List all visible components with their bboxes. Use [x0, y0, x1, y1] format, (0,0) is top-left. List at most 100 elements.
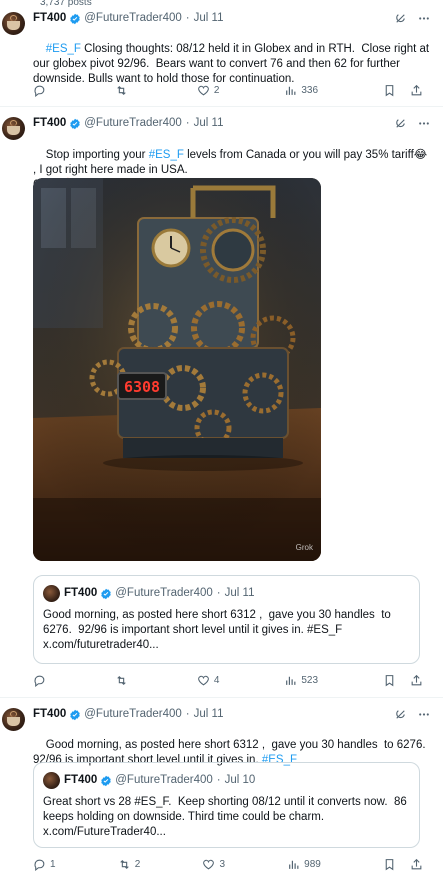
verified-icon: [70, 709, 80, 720]
author-name[interactable]: FT400: [33, 707, 66, 722]
tweet-header: FT400 @FutureTrader400 · Jul 11: [33, 707, 223, 722]
views-icon: [286, 86, 296, 95]
repost-button[interactable]: [115, 84, 132, 97]
author-handle: @FutureTrader400: [115, 774, 213, 786]
views-icon: [289, 860, 299, 869]
like-button[interactable]: 4: [197, 673, 220, 688]
grok-watermark: Grok: [295, 543, 313, 552]
grok-icon[interactable]: [394, 117, 407, 130]
views-count: 523: [301, 674, 319, 686]
repost-button[interactable]: [115, 674, 132, 687]
author-name: FT400: [64, 587, 98, 599]
timestamp: Jul 11: [224, 587, 255, 599]
counter-display: 6308: [124, 378, 160, 396]
like-button[interactable]: 3: [202, 857, 225, 872]
like-count: 2: [213, 84, 220, 96]
steampunk-machine-image: 6308: [33, 178, 321, 561]
like-button[interactable]: 2: [197, 83, 220, 98]
timestamp[interactable]: Jul 11: [194, 11, 224, 26]
avatar[interactable]: [2, 12, 25, 35]
timestamp[interactable]: Jul 11: [194, 707, 224, 722]
quoted-tweet[interactable]: FT400 @FutureTrader400 · Jul 10 Great sh…: [33, 762, 420, 848]
avatar: [43, 772, 60, 789]
quoted-tweet[interactable]: FT400 @FutureTrader400 · Jul 11 Good mor…: [33, 575, 420, 664]
repost-icon: [117, 675, 126, 685]
tweet[interactable]: FT400 @FutureTrader400 · Jul 11 Good mor…: [0, 699, 443, 873]
tweet-actions: 1 2 3 989: [33, 856, 423, 872]
author-name[interactable]: FT400: [33, 116, 66, 131]
reply-icon: [34, 85, 45, 97]
repost-button[interactable]: 2: [118, 857, 141, 872]
verified-icon: [70, 118, 80, 129]
separator-dot: ·: [185, 117, 190, 129]
tweet[interactable]: FT400 @FutureTrader400 · Jul 11 #ES_F Cl…: [0, 0, 443, 107]
more-icon[interactable]: [417, 12, 431, 25]
header-actions: [394, 12, 431, 25]
like-icon: [203, 859, 215, 869]
quote-header: FT400 @FutureTrader400 · Jul 11: [64, 586, 254, 601]
grok-icon[interactable]: [394, 12, 407, 25]
views-button[interactable]: 989: [287, 857, 321, 872]
like-count: 3: [219, 858, 225, 870]
separator-dot: ·: [185, 12, 190, 24]
tweet-text-body: Closing thoughts: 08/12 held it in Globe…: [33, 43, 433, 85]
more-icon[interactable]: [417, 117, 431, 130]
like-count: 4: [213, 674, 220, 686]
author-name: FT400: [64, 774, 98, 786]
author-handle: @FutureTrader400: [115, 587, 213, 599]
share-icon[interactable]: [410, 674, 423, 687]
tweet[interactable]: FT400 @FutureTrader400 · Jul 11 Stop imp…: [0, 108, 443, 698]
timestamp[interactable]: Jul 11: [194, 116, 224, 131]
more-icon[interactable]: [417, 708, 431, 721]
tweet-header: FT400 @FutureTrader400 · Jul 11: [33, 11, 223, 26]
repost-icon: [117, 85, 126, 95]
quote-text: Good morning, as posted here short 6312 …: [43, 609, 391, 651]
tweet-actions: 2 336: [33, 82, 423, 98]
reply-count: 1: [50, 858, 56, 870]
share-icon[interactable]: [410, 858, 423, 871]
separator-dot: ·: [216, 587, 221, 599]
verified-icon: [101, 775, 111, 786]
tweet-header: FT400 @FutureTrader400 · Jul 11: [33, 116, 223, 131]
tweet-image[interactable]: 6308 Grok: [33, 178, 321, 561]
reply-button[interactable]: [33, 84, 50, 97]
grok-icon[interactable]: [394, 708, 407, 721]
author-handle[interactable]: @FutureTrader400: [84, 116, 182, 131]
like-icon: [197, 85, 209, 95]
tweet-text-body: Stop importing your: [45, 149, 149, 161]
hashtag-link[interactable]: #ES_F: [149, 149, 184, 161]
repost-count: 2: [134, 858, 141, 870]
hashtag-link[interactable]: #ES_F: [46, 43, 81, 55]
separator-dot: ·: [216, 774, 221, 786]
avatar: [43, 585, 60, 602]
avatar[interactable]: [2, 117, 25, 140]
views-button[interactable]: 523: [284, 673, 318, 688]
reply-button[interactable]: [33, 674, 50, 687]
tweet-actions: 4 523: [33, 672, 423, 688]
views-count: 989: [304, 858, 321, 870]
repost-icon: [120, 859, 129, 869]
quote-text: Great short vs 28 #ES_F. Keep shorting 0…: [43, 796, 407, 838]
bookmark-icon[interactable]: [383, 674, 396, 687]
like-icon: [197, 675, 209, 685]
header-actions: [394, 708, 431, 721]
reply-icon: [34, 859, 45, 871]
views-count: 336: [301, 84, 319, 96]
author-name[interactable]: FT400: [33, 11, 66, 26]
verified-icon: [70, 13, 80, 24]
bookmark-icon[interactable]: [383, 84, 396, 97]
bookmark-icon[interactable]: [383, 858, 396, 871]
views-button[interactable]: 336: [284, 83, 318, 98]
separator-dot: ·: [185, 708, 190, 720]
views-icon: [286, 676, 296, 685]
verified-icon: [101, 588, 111, 599]
author-handle[interactable]: @FutureTrader400: [84, 707, 182, 722]
quote-header: FT400 @FutureTrader400 · Jul 10: [64, 773, 255, 788]
avatar[interactable]: [2, 708, 25, 731]
header-actions: [394, 117, 431, 130]
timestamp: Jul 10: [224, 774, 256, 786]
reply-icon: [34, 675, 45, 687]
reply-button[interactable]: 1: [33, 857, 56, 872]
share-icon[interactable]: [410, 84, 423, 97]
author-handle[interactable]: @FutureTrader400: [84, 11, 182, 26]
